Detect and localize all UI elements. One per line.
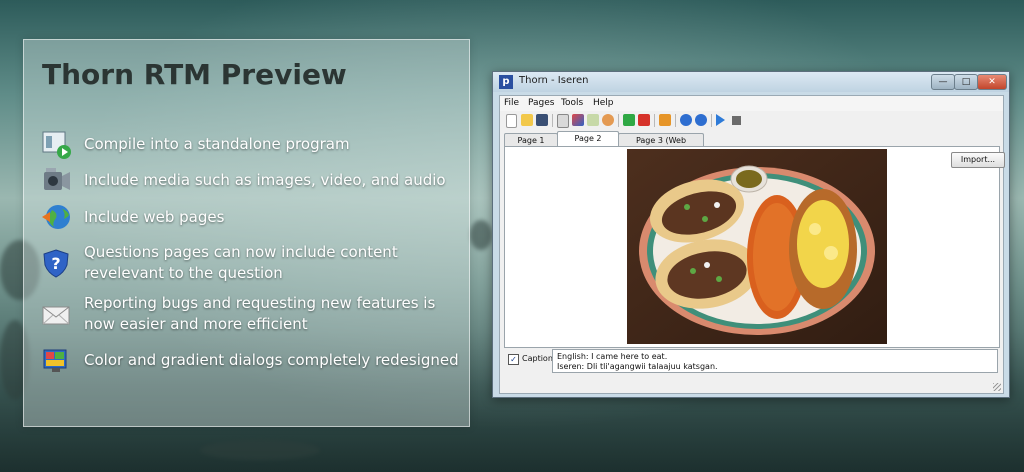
page-icon[interactable]	[557, 114, 569, 128]
menu-file[interactable]: File	[504, 98, 519, 108]
caption-iseren-line: Iseren: Dli tli'agangwii talaajuu katsga…	[557, 362, 718, 371]
feature-item: Include media such as images, video, and…	[40, 164, 464, 196]
caption-textbox[interactable]: English: I came here to eat. Iseren: Dli…	[552, 349, 998, 373]
tab-page-2[interactable]: Page 2 (Image)	[557, 131, 619, 156]
import-button[interactable]: Import...	[951, 152, 1005, 168]
caption-checkbox[interactable]: ✓	[508, 354, 519, 365]
caption-label: Caption	[522, 354, 553, 363]
panel-title: Thorn RTM Preview	[42, 58, 347, 91]
toolbar-separator	[711, 114, 712, 127]
forward-icon[interactable]	[695, 114, 707, 126]
menu-pages[interactable]: Pages	[528, 98, 554, 108]
page-content: Import...	[504, 146, 1005, 348]
open-icon[interactable]	[521, 114, 533, 126]
window-titlebar[interactable]: p Thorn - Iseren — □ ✕	[493, 72, 1009, 92]
maximize-button[interactable]: □	[954, 74, 978, 90]
color-picker-icon	[43, 349, 67, 372]
tab-page-3[interactable]: Page 3 (Web Browser)	[618, 133, 704, 158]
paint-icon[interactable]	[602, 114, 614, 126]
svg-text:?: ?	[51, 254, 60, 273]
feature-panel: Thorn RTM Preview Compile into a standal…	[23, 39, 470, 427]
compile-program-icon	[42, 131, 71, 159]
app-icon: p	[499, 75, 513, 89]
feature-item: ? Questions pages can now include conten…	[40, 242, 464, 284]
feature-item: Compile into a standalone program	[40, 128, 464, 160]
media-camcorder-icon	[44, 168, 70, 190]
thorn-app-window: p Thorn - Iseren — □ ✕ File Pages Tools …	[492, 71, 1010, 398]
minimize-button[interactable]: —	[931, 74, 955, 90]
toolbar-separator	[675, 114, 676, 127]
food-photo	[627, 149, 887, 344]
tab-page-1[interactable]: Page 1 (Title)	[504, 133, 558, 158]
toolbar-separator	[618, 114, 619, 127]
remove-page-icon[interactable]	[638, 114, 650, 126]
caption-row: ✓ Caption English: I came here to eat. I…	[504, 349, 998, 373]
window-title: Thorn - Iseren	[519, 75, 589, 86]
window-client: File Pages Tools Help Page 1 Page 2 Page…	[499, 95, 1005, 394]
save-icon[interactable]	[536, 114, 548, 126]
toolbar	[502, 112, 1003, 129]
toolbar-separator	[654, 114, 655, 127]
back-icon[interactable]	[680, 114, 692, 126]
menu-tools[interactable]: Tools	[561, 98, 583, 108]
question-shield-icon: ?	[43, 249, 69, 278]
play-icon[interactable]	[716, 114, 725, 126]
feature-item: Reporting bugs and requesting new featur…	[40, 293, 464, 335]
new-icon[interactable]	[506, 114, 517, 128]
toolbar-separator	[552, 114, 553, 127]
background-rock	[470, 220, 492, 250]
background-rock	[200, 440, 320, 460]
document-icon[interactable]	[587, 114, 599, 126]
envelope-icon	[42, 306, 70, 325]
media-icon[interactable]	[572, 114, 584, 126]
move-icon[interactable]	[659, 114, 671, 126]
close-button[interactable]: ✕	[977, 74, 1007, 90]
caption-english-line: English: I came here to eat.	[557, 352, 668, 361]
stop-icon[interactable]	[732, 116, 741, 125]
resize-grip[interactable]	[993, 383, 1001, 391]
feature-item: Color and gradient dialogs completely re…	[40, 344, 464, 376]
menu-help[interactable]: Help	[593, 98, 614, 108]
add-page-icon[interactable]	[623, 114, 635, 126]
web-globe-icon	[42, 205, 70, 229]
menu-bar: File Pages Tools Help	[500, 96, 1003, 111]
feature-item: Include web pages	[40, 201, 464, 233]
